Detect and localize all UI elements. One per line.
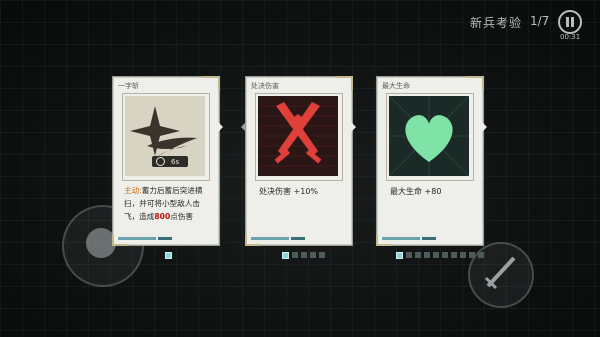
mode-title: 新兵考验 bbox=[470, 16, 523, 30]
cooldown-badge: 6s bbox=[152, 156, 188, 167]
card-stat: 处决伤害 +10% bbox=[259, 187, 319, 196]
card-title: 一字斩 bbox=[118, 82, 139, 90]
heart-icon bbox=[389, 96, 469, 176]
skill-card-3[interactable]: 最大生命 最大生命 +80 bbox=[376, 76, 487, 246]
crossed-swords-icon bbox=[258, 96, 338, 176]
card-title: 最大生命 bbox=[382, 82, 410, 90]
pause-icon[interactable] bbox=[558, 10, 582, 34]
skill-card-2[interactable]: 处决伤害 处决伤害 +10% bbox=[241, 76, 356, 246]
card-1-dots bbox=[165, 252, 172, 259]
sword-icon bbox=[484, 256, 516, 290]
card-2-dots bbox=[282, 252, 325, 259]
card-title: 处决伤害 bbox=[251, 82, 279, 90]
clock-icon bbox=[156, 157, 165, 166]
card-stat: 最大生命 +80 bbox=[390, 187, 442, 196]
card-3-dots bbox=[396, 252, 484, 259]
timer: 00:31 bbox=[560, 33, 581, 41]
skill-description: 主动:蓄力后蓄后突进横扫，并可将小型敌人击飞，造成800点伤害 bbox=[124, 186, 203, 221]
skill-card-1[interactable]: 一字斩 6s 主动:蓄力后蓄后突进横扫，并可将小型敌人击飞，造成800点伤害 bbox=[112, 76, 223, 246]
stage-progress: 1/7 bbox=[530, 14, 550, 28]
